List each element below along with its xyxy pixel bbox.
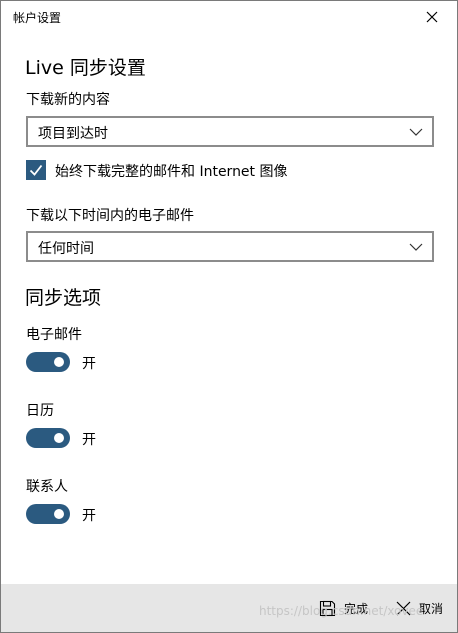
watermark-text: https://blog.csdn.net/xovee — [259, 604, 424, 618]
download-new-select[interactable]: 项目到达时 — [26, 116, 434, 147]
email-sync-toggle[interactable] — [26, 352, 70, 372]
download-new-value: 项目到达时 — [38, 126, 108, 142]
sync-options-heading: 同步选项 — [25, 287, 102, 309]
download-range-value: 任何时间 — [38, 241, 94, 257]
chevron-down-icon — [409, 128, 423, 136]
window-title: 帐户设置 — [13, 11, 62, 25]
close-button[interactable] — [415, 5, 449, 29]
email-sync-label: 电子邮件 — [26, 327, 82, 343]
calendar-sync-label: 日历 — [26, 403, 54, 419]
toggle-knob — [54, 509, 64, 519]
calendar-sync-state: 开 — [82, 432, 96, 448]
download-range-select[interactable]: 任何时间 — [26, 231, 434, 262]
download-range-label: 下载以下时间内的电子邮件 — [26, 208, 194, 224]
contacts-sync-label: 联系人 — [26, 479, 68, 495]
title-bar: 帐户设置 — [1, 1, 457, 33]
contacts-sync-toggle[interactable] — [26, 504, 70, 524]
calendar-sync-toggle[interactable] — [26, 428, 70, 448]
chevron-down-icon — [409, 243, 423, 251]
toggle-knob — [54, 357, 64, 367]
close-icon — [426, 11, 438, 23]
contacts-sync-state: 开 — [82, 508, 96, 524]
always-download-checkbox[interactable] — [26, 160, 46, 180]
email-sync-state: 开 — [82, 356, 96, 372]
checkmark-icon — [29, 164, 43, 176]
download-new-label: 下载新的内容 — [26, 92, 110, 108]
toggle-knob — [54, 433, 64, 443]
always-download-label: 始终下载完整的邮件和 Internet 图像 — [55, 164, 288, 180]
live-sync-heading: Live 同步设置 — [25, 57, 146, 79]
settings-dialog: 帐户设置 Live 同步设置 下载新的内容 项目到达时 始终下载完整的邮件和 I… — [0, 0, 458, 633]
